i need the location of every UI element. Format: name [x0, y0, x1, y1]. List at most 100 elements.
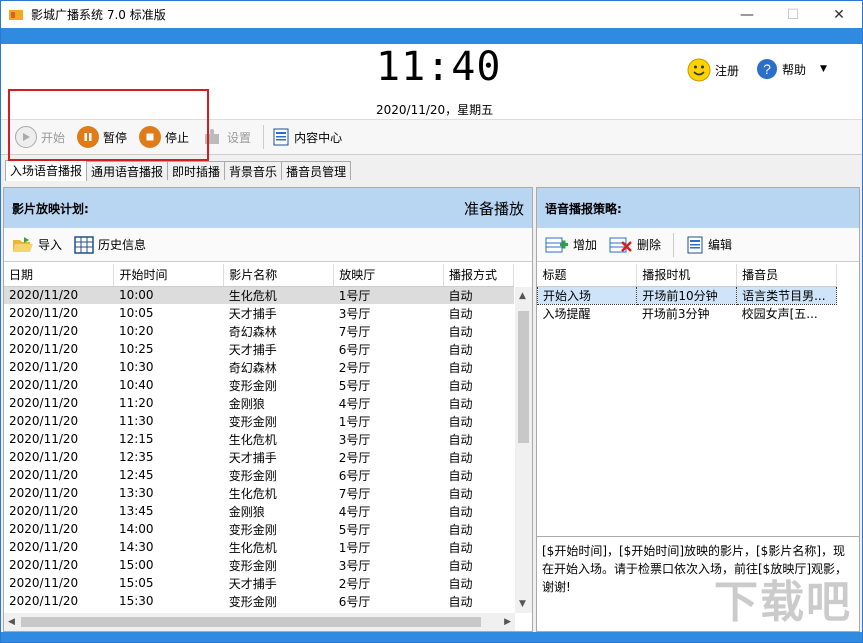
table-cell: 生化危机	[224, 430, 334, 448]
tab-announcer-management[interactable]: 播音员管理	[281, 161, 351, 180]
table-row[interactable]: 2020/11/2010:05天才捕手3号厅自动	[4, 304, 514, 322]
table-row[interactable]: 2020/11/2012:45变形金刚6号厅自动	[4, 466, 514, 484]
col-date[interactable]: 日期	[4, 264, 114, 286]
minimize-button[interactable]: —	[724, 1, 770, 28]
vertical-scrollbar[interactable]: ▲ ▼	[515, 287, 532, 613]
title-bar: 影城广播系统 7.0 标准版 — ☐ ✕	[1, 1, 862, 28]
table-row[interactable]: 2020/11/2013:30生化危机7号厅自动	[4, 484, 514, 502]
table-row[interactable]: 2020/11/2011:20金刚狼4号厅自动	[4, 394, 514, 412]
table-cell: 14:00	[114, 520, 224, 538]
table-row[interactable]: 2020/11/2010:40变形金刚5号厅自动	[4, 376, 514, 394]
content-center-label: 内容中心	[294, 129, 342, 146]
table-row[interactable]: 2020/11/2015:30变形金刚6号厅自动	[4, 592, 514, 610]
scroll-left-icon[interactable]: ◀	[8, 617, 15, 627]
table-cell: 开场前10分钟	[637, 286, 737, 304]
history-button[interactable]: 历史信息	[74, 236, 146, 254]
table-cell: 10:40	[114, 376, 224, 394]
col-start-time[interactable]: 开始时间	[114, 264, 224, 286]
table-cell: 2020/11/20	[4, 520, 114, 538]
table-cell: 生化危机	[224, 286, 334, 304]
delete-button[interactable]: 删除	[609, 236, 661, 254]
table-row[interactable]: 2020/11/2012:15生化危机3号厅自动	[4, 430, 514, 448]
table-cell: 变形金刚	[224, 592, 334, 610]
status-bar	[1, 632, 862, 642]
strategy-divider	[673, 233, 674, 257]
table-row[interactable]: 2020/11/2015:05天才捕手2号厅自动	[4, 574, 514, 592]
table-row[interactable]: 开始入场开场前10分钟语言类节目男...	[538, 286, 837, 304]
table-cell: 自动	[444, 520, 514, 538]
horizontal-scrollbar[interactable]: ◀ ▶	[4, 613, 515, 631]
table-cell: 变形金刚	[224, 466, 334, 484]
scroll-thumb[interactable]	[518, 311, 529, 443]
col-timing[interactable]: 播报时机	[637, 264, 737, 286]
table-cell: 10:30	[114, 358, 224, 376]
close-button[interactable]: ✕	[816, 1, 862, 28]
table-row[interactable]: 2020/11/2010:30奇幻森林2号厅自动	[4, 358, 514, 376]
table-header-row: 标题 播报时机 播音员	[538, 264, 837, 286]
help-label: 帮助	[782, 61, 806, 78]
app-logo-icon	[8, 7, 24, 23]
table-cell: 11:20	[114, 394, 224, 412]
maximize-button[interactable]: ☐	[770, 1, 816, 28]
table-cell: 生化危机	[224, 484, 334, 502]
table-cell: 1号厅	[334, 286, 444, 304]
highlight-annotation-box	[8, 89, 209, 161]
col-title[interactable]: 标题	[538, 264, 637, 286]
tab-entry-broadcast[interactable]: 入场语音播报	[5, 160, 87, 181]
schedule-toolbar: 导入 历史信息	[4, 228, 532, 262]
table-row[interactable]: 2020/11/2015:00变形金刚3号厅自动	[4, 556, 514, 574]
register-link[interactable]: 注册	[687, 58, 739, 82]
table-cell: 2号厅	[334, 574, 444, 592]
table-cell: 6号厅	[334, 340, 444, 358]
table-cell: 自动	[444, 394, 514, 412]
delete-row-icon	[609, 236, 633, 254]
hscroll-thumb[interactable]	[21, 617, 481, 627]
table-cell: 自动	[444, 466, 514, 484]
help-menu[interactable]: ? 帮助 ▼	[756, 58, 827, 80]
table-cell: 1号厅	[334, 412, 444, 430]
content-center-button[interactable]: 内容中心	[272, 128, 342, 146]
scroll-right-icon[interactable]: ▶	[504, 617, 511, 627]
table-header-row: 日期 开始时间 影片名称 放映厅 播报方式	[4, 264, 514, 286]
tab-instant-insert[interactable]: 即时插播	[167, 161, 225, 180]
table-cell: 4号厅	[334, 502, 444, 520]
table-cell: 15:00	[114, 556, 224, 574]
table-cell: 自动	[444, 484, 514, 502]
document-icon	[272, 128, 290, 146]
table-cell: 2020/11/20	[4, 502, 114, 520]
table-row[interactable]: 2020/11/2010:00生化危机1号厅自动	[4, 286, 514, 304]
col-film-name[interactable]: 影片名称	[224, 264, 334, 286]
table-row[interactable]: 2020/11/2010:25天才捕手6号厅自动	[4, 340, 514, 358]
table-row[interactable]: 2020/11/2011:30变形金刚1号厅自动	[4, 412, 514, 430]
table-cell: 15:30	[114, 592, 224, 610]
table-cell: 1号厅	[334, 538, 444, 556]
col-announcer[interactable]: 播音员	[737, 264, 837, 286]
table-row[interactable]: 入场提醒开场前3分钟校园女声[五...	[538, 304, 837, 322]
settings-label: 设置	[227, 129, 251, 146]
edit-button[interactable]: 编辑	[686, 236, 732, 254]
schedule-table: 日期 开始时间 影片名称 放映厅 播报方式 2020/11/2010:00生化危…	[4, 264, 514, 610]
table-cell: 自动	[444, 574, 514, 592]
table-row[interactable]: 2020/11/2014:30生化危机1号厅自动	[4, 538, 514, 556]
table-row[interactable]: 2020/11/2014:00变形金刚5号厅自动	[4, 520, 514, 538]
tab-background-music[interactable]: 背景音乐	[224, 161, 282, 180]
table-cell: 2020/11/20	[4, 484, 114, 502]
scroll-up-icon[interactable]: ▲	[519, 291, 526, 301]
table-cell: 自动	[444, 556, 514, 574]
table-row[interactable]: 2020/11/2010:20奇幻森林7号厅自动	[4, 322, 514, 340]
col-broadcast-mode[interactable]: 播报方式	[444, 264, 514, 286]
schedule-title: 影片放映计划:	[12, 200, 89, 217]
clock-time: 11:40	[376, 44, 501, 90]
table-cell: 天才捕手	[224, 340, 334, 358]
col-hall[interactable]: 放映厅	[334, 264, 444, 286]
tab-general-broadcast[interactable]: 通用语音播报	[86, 161, 168, 180]
import-button[interactable]: 导入	[12, 236, 62, 254]
add-button[interactable]: 增加	[545, 236, 597, 254]
table-row[interactable]: 2020/11/2012:35天才捕手2号厅自动	[4, 448, 514, 466]
table-row[interactable]: 2020/11/2013:45金刚狼4号厅自动	[4, 502, 514, 520]
table-cell: 12:45	[114, 466, 224, 484]
table-cell: 12:15	[114, 430, 224, 448]
scroll-down-icon[interactable]: ▼	[519, 599, 526, 609]
table-cell: 2020/11/20	[4, 538, 114, 556]
table-grid-icon	[74, 236, 94, 254]
